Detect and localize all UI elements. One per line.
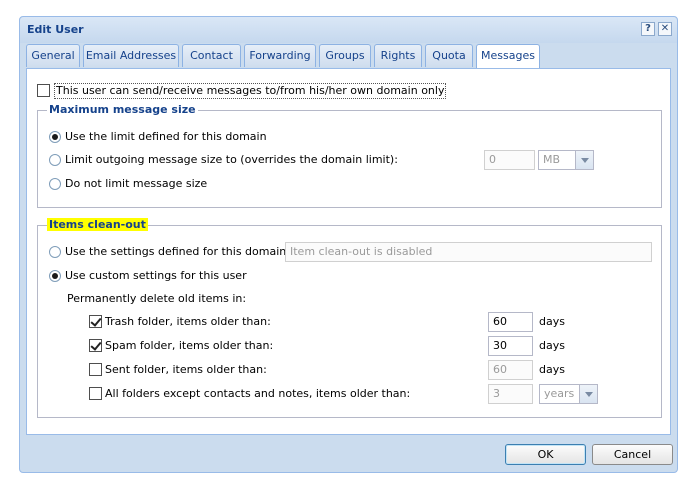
custom-cleanout-label: Use custom settings for this user [65, 269, 247, 282]
sent-days-input[interactable]: 60 [488, 360, 533, 380]
radio-domain-limit[interactable] [49, 131, 61, 143]
chevron-down-icon[interactable] [579, 385, 597, 403]
limit-outgoing-label: Limit outgoing message size to (override… [65, 153, 398, 166]
all-folders-checkbox[interactable] [89, 387, 102, 400]
size-unit-value: MB [543, 153, 561, 166]
spam-unit: days [539, 339, 565, 352]
max-size-fieldset: Maximum message size Use the limit defin… [37, 103, 662, 208]
size-unit-select[interactable]: MB [538, 150, 594, 170]
tab-forwarding[interactable]: Forwarding [244, 44, 316, 67]
tab-quota[interactable]: Quota [425, 44, 473, 67]
close-icon[interactable]: ✕ [658, 22, 672, 36]
own-domain-only-checkbox[interactable] [37, 84, 50, 97]
tab-general[interactable]: General [26, 44, 80, 67]
domain-cleanout-status: Item clean-out is disabled [285, 242, 652, 262]
no-limit-label: Do not limit message size [65, 177, 208, 190]
all-folders-unit-value: years [544, 387, 575, 400]
trash-label: Trash folder, items older than: [105, 315, 271, 328]
ok-button[interactable]: OK [505, 444, 586, 465]
cancel-button[interactable]: Cancel [592, 444, 673, 465]
sent-unit: days [539, 363, 565, 376]
tab-rights[interactable]: Rights [374, 44, 422, 67]
trash-checkbox[interactable] [89, 315, 102, 328]
cleanout-fieldset: Items clean-out Use the settings defined… [37, 218, 662, 418]
tab-messages[interactable]: Messages [476, 44, 540, 69]
sent-checkbox[interactable] [89, 363, 102, 376]
radio-custom-cleanout[interactable] [49, 270, 61, 282]
radio-no-limit[interactable] [49, 178, 61, 190]
trash-days-input[interactable]: 60 [488, 312, 533, 332]
edit-user-dialog: Edit User ? ✕ General Email Addresses Co… [19, 16, 678, 473]
domain-cleanout-label: Use the settings defined for this domain… [65, 245, 290, 258]
domain-limit-label: Use the limit defined for this domain [65, 130, 267, 143]
all-folders-label: All folders except contacts and notes, i… [105, 387, 411, 400]
tab-email-addresses[interactable]: Email Addresses [83, 44, 179, 67]
help-icon[interactable]: ? [641, 22, 655, 36]
delete-old-items-label: Permanently delete old items in: [67, 292, 247, 305]
dialog-titlebar[interactable]: Edit User ? ✕ [20, 17, 677, 43]
all-folders-unit-select[interactable]: years [539, 384, 598, 404]
max-size-legend: Maximum message size [47, 103, 198, 116]
tab-contact[interactable]: Contact [182, 44, 241, 67]
size-limit-input[interactable]: 0 [484, 150, 535, 170]
cleanout-legend: Items clean-out [47, 218, 148, 231]
tab-groups[interactable]: Groups [319, 44, 371, 67]
chevron-down-icon[interactable] [575, 151, 593, 169]
spam-days-input[interactable]: 30 [488, 336, 533, 356]
sent-label: Sent folder, items older than: [105, 363, 267, 376]
radio-limit-outgoing[interactable] [49, 154, 61, 166]
dialog-title: Edit User [27, 23, 84, 36]
own-domain-only-label: This user can send/receive messages to/f… [54, 83, 447, 99]
radio-domain-cleanout[interactable] [49, 246, 61, 258]
messages-panel: This user can send/receive messages to/f… [26, 68, 671, 435]
all-folders-value-input[interactable]: 3 [488, 384, 533, 404]
trash-unit: days [539, 315, 565, 328]
spam-label: Spam folder, items older than: [105, 339, 274, 352]
spam-checkbox[interactable] [89, 339, 102, 352]
